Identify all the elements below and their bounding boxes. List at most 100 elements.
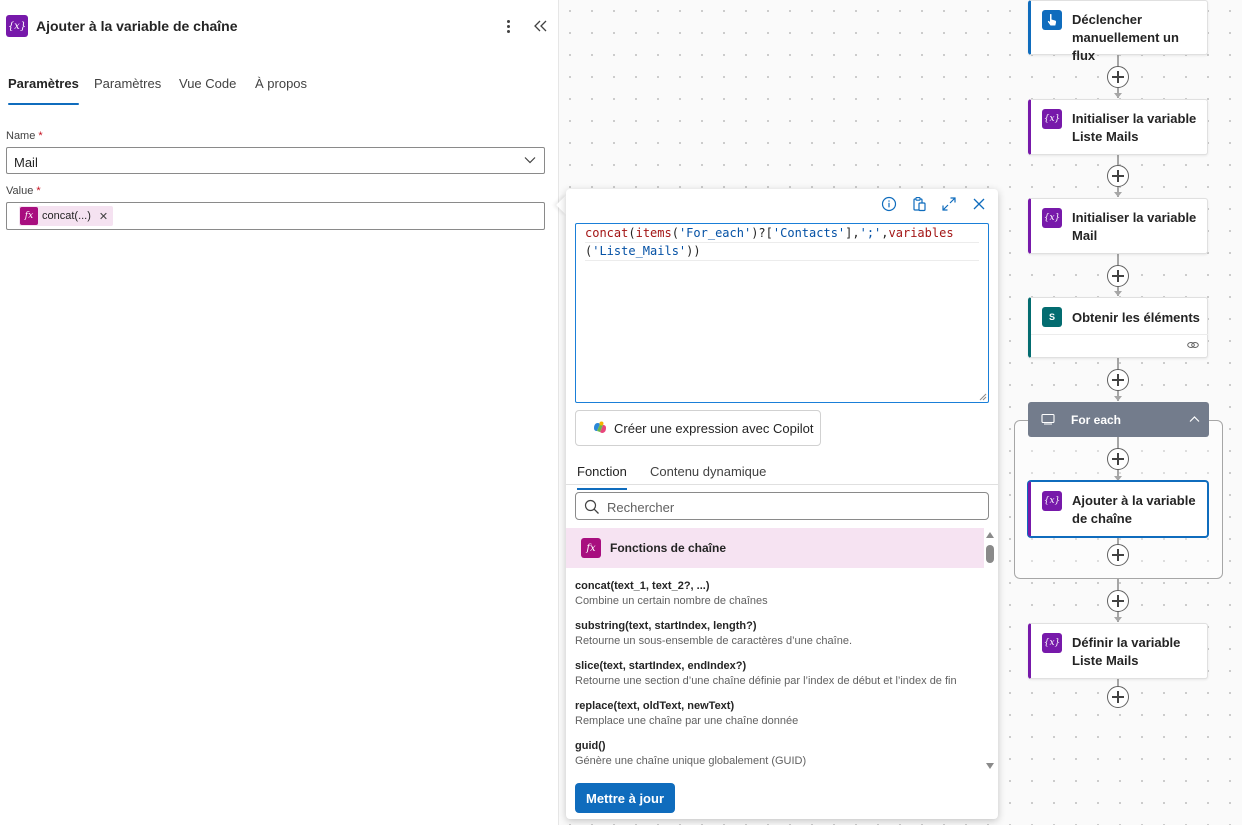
remove-token-icon[interactable]: ✕ — [99, 210, 108, 223]
function-signature: substring(text, startIndex, length?) — [575, 620, 757, 632]
value-input[interactable]: fx concat(...) ✕ — [6, 202, 545, 230]
function-signature: concat(text_1, text_2?, ...) — [575, 580, 710, 592]
editor-toolbar — [880, 195, 988, 215]
step-card-trigger[interactable]: Déclencher manuellement un flux — [1028, 0, 1208, 63]
function-signature: slice(text, startIndex, endIndex?) — [575, 660, 747, 672]
variable-icon: {x} — [6, 15, 28, 37]
function-category-header[interactable]: fx Fonctions de chaîne — [566, 528, 984, 568]
expression-tabs: Fonction Contenu dynamique — [566, 457, 998, 490]
update-button[interactable]: Mettre à jour — [575, 783, 675, 813]
chevron-up-icon[interactable] — [1189, 414, 1200, 425]
function-item-slice[interactable]: slice(text, startIndex, endIndex?) Retou… — [575, 660, 975, 687]
function-description: Retourne une section d’une chaîne défini… — [575, 675, 957, 687]
tab-a-propos[interactable]: À propos — [255, 76, 307, 106]
step-card-get-items[interactable]: S Obtenir les éléments — [1028, 297, 1208, 358]
step-card-init-mail[interactable]: {x} Initialiser la variable Mail — [1028, 198, 1208, 254]
copilot-button-label: Créer une expression avec Copilot — [614, 420, 814, 436]
variable-icon: {x} — [1042, 491, 1062, 511]
function-item-substring[interactable]: substring(text, startIndex, length?) Ret… — [575, 620, 975, 647]
step-label: Initialiser la variable Liste Mails — [1072, 111, 1197, 144]
expand-icon — [942, 197, 956, 211]
category-label: Fonctions de chaîne — [610, 541, 727, 555]
step-label: Définir la variable Liste Mails — [1072, 635, 1181, 668]
required-marker: * — [36, 185, 41, 197]
add-step-button[interactable] — [1107, 265, 1129, 287]
fx-icon: fx — [20, 207, 38, 225]
function-signature: guid() — [575, 740, 606, 752]
arrow-down-icon — [1114, 291, 1122, 296]
search-placeholder: Rechercher — [607, 500, 675, 515]
tab-contenu-dynamique[interactable]: Contenu dynamique — [650, 464, 766, 479]
add-step-button[interactable] — [1107, 165, 1129, 187]
variable-icon: {x} — [1042, 109, 1062, 129]
link-icon — [1187, 342, 1199, 348]
foreach-label: For each — [1071, 413, 1122, 427]
panel-title: Ajouter à la variable de chaîne — [36, 18, 238, 34]
step-label: Obtenir les éléments — [1072, 310, 1200, 325]
resize-grip-icon[interactable] — [979, 393, 987, 401]
add-step-button[interactable] — [1107, 66, 1129, 88]
name-select-value: Mail — [14, 155, 38, 170]
fx-icon: fx — [581, 538, 601, 558]
function-description: Combine un certain nombre de chaînes — [575, 595, 768, 607]
step-label: Ajouter à la variable de chaîne — [1072, 493, 1196, 526]
function-list-scrollbar[interactable] — [985, 531, 995, 771]
copilot-icon — [594, 421, 606, 433]
add-step-button[interactable] — [1107, 369, 1129, 391]
function-description: Génère une chaîne unique globalement (GU… — [575, 755, 807, 767]
function-search-input[interactable]: Rechercher — [575, 492, 989, 520]
foreach-header[interactable]: For each — [1028, 402, 1209, 437]
step-card-append-string[interactable]: {x} Ajouter à la variable de chaîne — [1028, 481, 1208, 537]
arrow-down-icon — [1114, 617, 1122, 622]
step-label: Initialiser la variable Mail — [1072, 210, 1197, 243]
action-config-panel: {x} Ajouter à la variable de chaîne Para… — [0, 0, 559, 825]
expand-button[interactable] — [940, 195, 958, 213]
code-line: concat(items('For_each')?['Contacts'],';… — [585, 225, 979, 243]
close-button[interactable] — [970, 195, 988, 213]
variable-icon: {x} — [1042, 633, 1062, 653]
step-card-init-liste-mails[interactable]: {x} Initialiser la variable Liste Mails — [1028, 99, 1208, 155]
function-item-replace[interactable]: replace(text, oldText, newText) Remplace… — [575, 700, 975, 727]
function-description: Retourne un sous-ensemble de caractères … — [575, 635, 853, 647]
add-step-button[interactable] — [1107, 590, 1129, 612]
arrow-down-icon — [1114, 93, 1122, 98]
tab-vue-code[interactable]: Vue Code — [179, 76, 236, 106]
function-item-concat[interactable]: concat(text_1, text_2?, ...) Combine un … — [575, 580, 975, 607]
add-step-button[interactable] — [1107, 686, 1129, 708]
tab-parametres-2[interactable]: Paramètres — [94, 76, 161, 106]
search-icon — [584, 499, 599, 514]
info-icon — [881, 196, 897, 212]
arrow-down-icon — [1114, 396, 1122, 401]
more-options-button[interactable] — [500, 14, 516, 38]
scroll-down-icon[interactable] — [986, 763, 994, 769]
tab-parametres[interactable]: Paramètres — [8, 76, 79, 106]
scrollbar-thumb[interactable] — [986, 545, 994, 563]
copilot-expression-button[interactable]: Créer une expression avec Copilot — [575, 410, 821, 446]
double-chevron-left-icon — [534, 20, 547, 32]
loop-icon — [1041, 413, 1055, 425]
scroll-up-icon[interactable] — [986, 532, 994, 538]
expression-editor: concat(items('For_each')?['Contacts'],';… — [566, 189, 998, 819]
expression-token[interactable]: fx concat(...) ✕ — [19, 206, 114, 226]
step-label: Déclencher manuellement un flux — [1072, 12, 1179, 63]
value-label: Value * — [6, 185, 41, 197]
function-list: concat(text_1, text_2?, ...) Combine un … — [566, 572, 984, 768]
name-label: Name * — [6, 130, 43, 142]
collapse-panel-button[interactable] — [532, 14, 550, 38]
paste-button[interactable] — [910, 195, 928, 213]
panel-header: {x} Ajouter à la variable de chaîne — [6, 14, 551, 40]
card-divider — [1031, 334, 1208, 335]
function-item-guid[interactable]: guid() Génère une chaîne unique globalem… — [575, 740, 975, 767]
info-button[interactable] — [880, 195, 898, 213]
arrow-down-icon — [1114, 192, 1122, 197]
hand-touch-icon — [1042, 10, 1062, 30]
expression-code-input[interactable]: concat(items('For_each')?['Contacts'],';… — [575, 223, 989, 403]
expression-token-label: concat(...) — [42, 210, 91, 222]
step-card-set-liste-mails[interactable]: {x} Définir la variable Liste Mails — [1028, 623, 1208, 679]
add-step-button[interactable] — [1107, 544, 1129, 566]
clipboard-icon — [913, 197, 926, 212]
add-step-button[interactable] — [1107, 448, 1129, 470]
name-select[interactable]: Mail — [6, 147, 545, 174]
sharepoint-icon: S — [1042, 307, 1062, 327]
tab-fonction[interactable]: Fonction — [577, 464, 627, 490]
